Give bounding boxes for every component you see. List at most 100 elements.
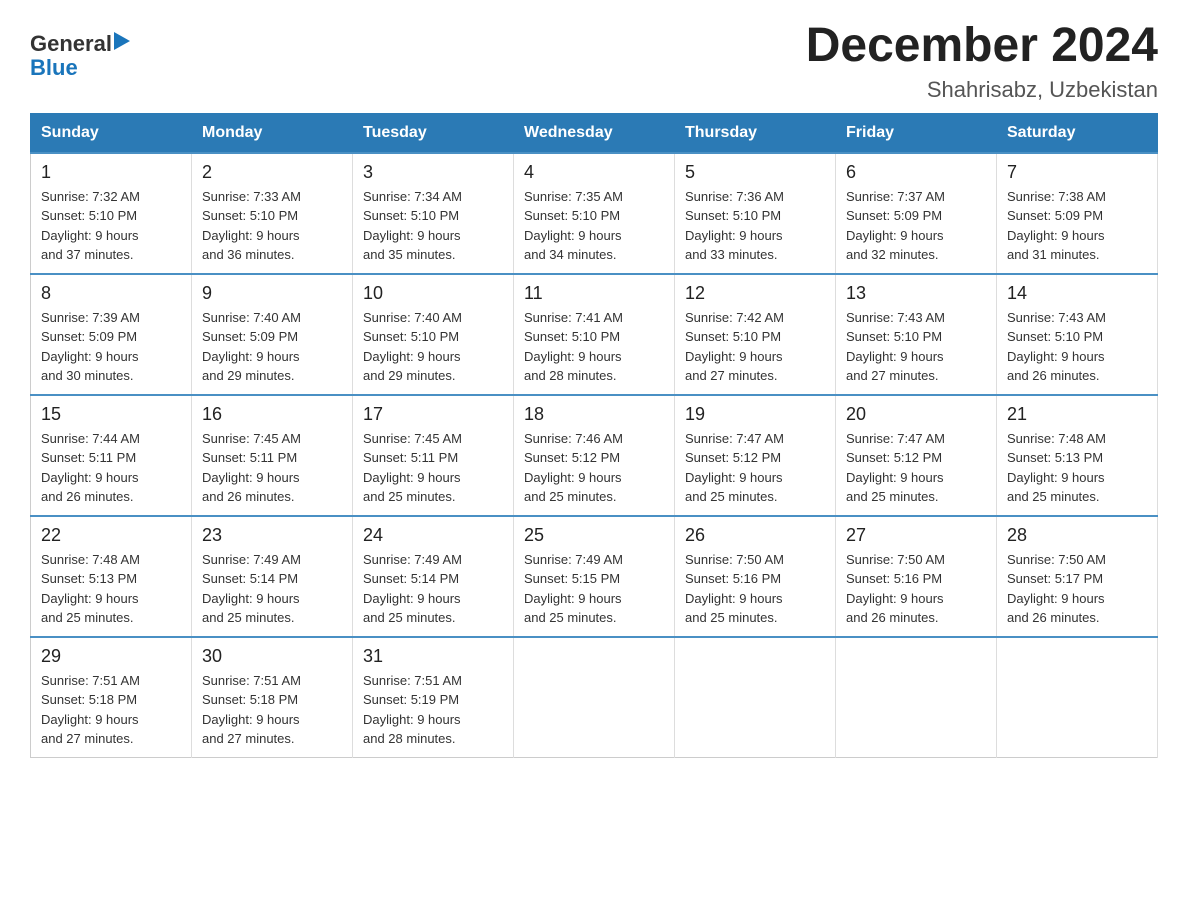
day-number: 23 (202, 525, 342, 546)
calendar-cell: 31 Sunrise: 7:51 AM Sunset: 5:19 PM Dayl… (353, 637, 514, 758)
page-header: General Blue December 2024 Shahrisabz, U… (30, 20, 1158, 103)
logo-blue-text: Blue (30, 57, 78, 79)
calendar-subtitle: Shahrisabz, Uzbekistan (806, 77, 1158, 103)
day-number: 27 (846, 525, 986, 546)
week-row-2: 8 Sunrise: 7:39 AM Sunset: 5:09 PM Dayli… (31, 274, 1158, 395)
calendar-cell: 25 Sunrise: 7:49 AM Sunset: 5:15 PM Dayl… (514, 516, 675, 637)
calendar-cell: 29 Sunrise: 7:51 AM Sunset: 5:18 PM Dayl… (31, 637, 192, 758)
calendar-cell: 8 Sunrise: 7:39 AM Sunset: 5:09 PM Dayli… (31, 274, 192, 395)
calendar-cell: 22 Sunrise: 7:48 AM Sunset: 5:13 PM Dayl… (31, 516, 192, 637)
day-info: Sunrise: 7:51 AM Sunset: 5:19 PM Dayligh… (363, 671, 503, 749)
week-row-3: 15 Sunrise: 7:44 AM Sunset: 5:11 PM Dayl… (31, 395, 1158, 516)
calendar-cell: 9 Sunrise: 7:40 AM Sunset: 5:09 PM Dayli… (192, 274, 353, 395)
calendar-cell: 3 Sunrise: 7:34 AM Sunset: 5:10 PM Dayli… (353, 153, 514, 274)
week-row-5: 29 Sunrise: 7:51 AM Sunset: 5:18 PM Dayl… (31, 637, 1158, 758)
calendar-table: SundayMondayTuesdayWednesdayThursdayFrid… (30, 113, 1158, 758)
day-number: 1 (41, 162, 181, 183)
calendar-cell: 28 Sunrise: 7:50 AM Sunset: 5:17 PM Dayl… (997, 516, 1158, 637)
day-number: 15 (41, 404, 181, 425)
day-number: 10 (363, 283, 503, 304)
day-number: 24 (363, 525, 503, 546)
day-number: 29 (41, 646, 181, 667)
day-number: 4 (524, 162, 664, 183)
day-info: Sunrise: 7:47 AM Sunset: 5:12 PM Dayligh… (685, 429, 825, 507)
calendar-cell: 11 Sunrise: 7:41 AM Sunset: 5:10 PM Dayl… (514, 274, 675, 395)
day-info: Sunrise: 7:51 AM Sunset: 5:18 PM Dayligh… (202, 671, 342, 749)
day-info: Sunrise: 7:49 AM Sunset: 5:14 PM Dayligh… (363, 550, 503, 628)
day-info: Sunrise: 7:43 AM Sunset: 5:10 PM Dayligh… (846, 308, 986, 386)
day-info: Sunrise: 7:51 AM Sunset: 5:18 PM Dayligh… (41, 671, 181, 749)
calendar-cell: 23 Sunrise: 7:49 AM Sunset: 5:14 PM Dayl… (192, 516, 353, 637)
calendar-cell (997, 637, 1158, 758)
calendar-cell: 20 Sunrise: 7:47 AM Sunset: 5:12 PM Dayl… (836, 395, 997, 516)
day-info: Sunrise: 7:47 AM Sunset: 5:12 PM Dayligh… (846, 429, 986, 507)
calendar-cell: 16 Sunrise: 7:45 AM Sunset: 5:11 PM Dayl… (192, 395, 353, 516)
day-info: Sunrise: 7:48 AM Sunset: 5:13 PM Dayligh… (41, 550, 181, 628)
day-info: Sunrise: 7:50 AM Sunset: 5:16 PM Dayligh… (846, 550, 986, 628)
calendar-cell: 1 Sunrise: 7:32 AM Sunset: 5:10 PM Dayli… (31, 153, 192, 274)
logo-arrow-icon (114, 30, 132, 52)
logo: General Blue (30, 30, 132, 79)
day-number: 9 (202, 283, 342, 304)
day-info: Sunrise: 7:41 AM Sunset: 5:10 PM Dayligh… (524, 308, 664, 386)
logo-general-text: General (30, 33, 112, 55)
title-section: December 2024 Shahrisabz, Uzbekistan (806, 20, 1158, 103)
day-number: 26 (685, 525, 825, 546)
day-info: Sunrise: 7:46 AM Sunset: 5:12 PM Dayligh… (524, 429, 664, 507)
day-info: Sunrise: 7:43 AM Sunset: 5:10 PM Dayligh… (1007, 308, 1147, 386)
day-number: 22 (41, 525, 181, 546)
day-info: Sunrise: 7:37 AM Sunset: 5:09 PM Dayligh… (846, 187, 986, 265)
calendar-cell: 12 Sunrise: 7:42 AM Sunset: 5:10 PM Dayl… (675, 274, 836, 395)
day-number: 16 (202, 404, 342, 425)
weekday-header-saturday: Saturday (997, 113, 1158, 153)
day-info: Sunrise: 7:40 AM Sunset: 5:10 PM Dayligh… (363, 308, 503, 386)
calendar-cell: 15 Sunrise: 7:44 AM Sunset: 5:11 PM Dayl… (31, 395, 192, 516)
day-number: 2 (202, 162, 342, 183)
weekday-header-sunday: Sunday (31, 113, 192, 153)
day-info: Sunrise: 7:33 AM Sunset: 5:10 PM Dayligh… (202, 187, 342, 265)
calendar-cell: 5 Sunrise: 7:36 AM Sunset: 5:10 PM Dayli… (675, 153, 836, 274)
day-info: Sunrise: 7:48 AM Sunset: 5:13 PM Dayligh… (1007, 429, 1147, 507)
day-number: 17 (363, 404, 503, 425)
day-number: 12 (685, 283, 825, 304)
day-info: Sunrise: 7:45 AM Sunset: 5:11 PM Dayligh… (202, 429, 342, 507)
day-number: 8 (41, 283, 181, 304)
week-row-1: 1 Sunrise: 7:32 AM Sunset: 5:10 PM Dayli… (31, 153, 1158, 274)
day-number: 5 (685, 162, 825, 183)
calendar-cell (836, 637, 997, 758)
day-number: 31 (363, 646, 503, 667)
day-number: 3 (363, 162, 503, 183)
calendar-cell: 14 Sunrise: 7:43 AM Sunset: 5:10 PM Dayl… (997, 274, 1158, 395)
day-number: 6 (846, 162, 986, 183)
calendar-cell: 2 Sunrise: 7:33 AM Sunset: 5:10 PM Dayli… (192, 153, 353, 274)
day-info: Sunrise: 7:34 AM Sunset: 5:10 PM Dayligh… (363, 187, 503, 265)
day-info: Sunrise: 7:42 AM Sunset: 5:10 PM Dayligh… (685, 308, 825, 386)
day-info: Sunrise: 7:36 AM Sunset: 5:10 PM Dayligh… (685, 187, 825, 265)
calendar-cell: 17 Sunrise: 7:45 AM Sunset: 5:11 PM Dayl… (353, 395, 514, 516)
day-number: 28 (1007, 525, 1147, 546)
calendar-cell: 21 Sunrise: 7:48 AM Sunset: 5:13 PM Dayl… (997, 395, 1158, 516)
calendar-cell (514, 637, 675, 758)
weekday-header-wednesday: Wednesday (514, 113, 675, 153)
calendar-cell: 13 Sunrise: 7:43 AM Sunset: 5:10 PM Dayl… (836, 274, 997, 395)
day-info: Sunrise: 7:35 AM Sunset: 5:10 PM Dayligh… (524, 187, 664, 265)
day-info: Sunrise: 7:49 AM Sunset: 5:15 PM Dayligh… (524, 550, 664, 628)
day-info: Sunrise: 7:45 AM Sunset: 5:11 PM Dayligh… (363, 429, 503, 507)
day-number: 18 (524, 404, 664, 425)
calendar-cell (675, 637, 836, 758)
calendar-cell: 26 Sunrise: 7:50 AM Sunset: 5:16 PM Dayl… (675, 516, 836, 637)
day-info: Sunrise: 7:50 AM Sunset: 5:17 PM Dayligh… (1007, 550, 1147, 628)
day-number: 21 (1007, 404, 1147, 425)
calendar-cell: 27 Sunrise: 7:50 AM Sunset: 5:16 PM Dayl… (836, 516, 997, 637)
weekday-header-tuesday: Tuesday (353, 113, 514, 153)
weekday-header-friday: Friday (836, 113, 997, 153)
day-info: Sunrise: 7:38 AM Sunset: 5:09 PM Dayligh… (1007, 187, 1147, 265)
day-number: 13 (846, 283, 986, 304)
day-number: 19 (685, 404, 825, 425)
day-number: 30 (202, 646, 342, 667)
day-info: Sunrise: 7:44 AM Sunset: 5:11 PM Dayligh… (41, 429, 181, 507)
day-info: Sunrise: 7:40 AM Sunset: 5:09 PM Dayligh… (202, 308, 342, 386)
day-number: 20 (846, 404, 986, 425)
day-number: 25 (524, 525, 664, 546)
weekday-header-thursday: Thursday (675, 113, 836, 153)
